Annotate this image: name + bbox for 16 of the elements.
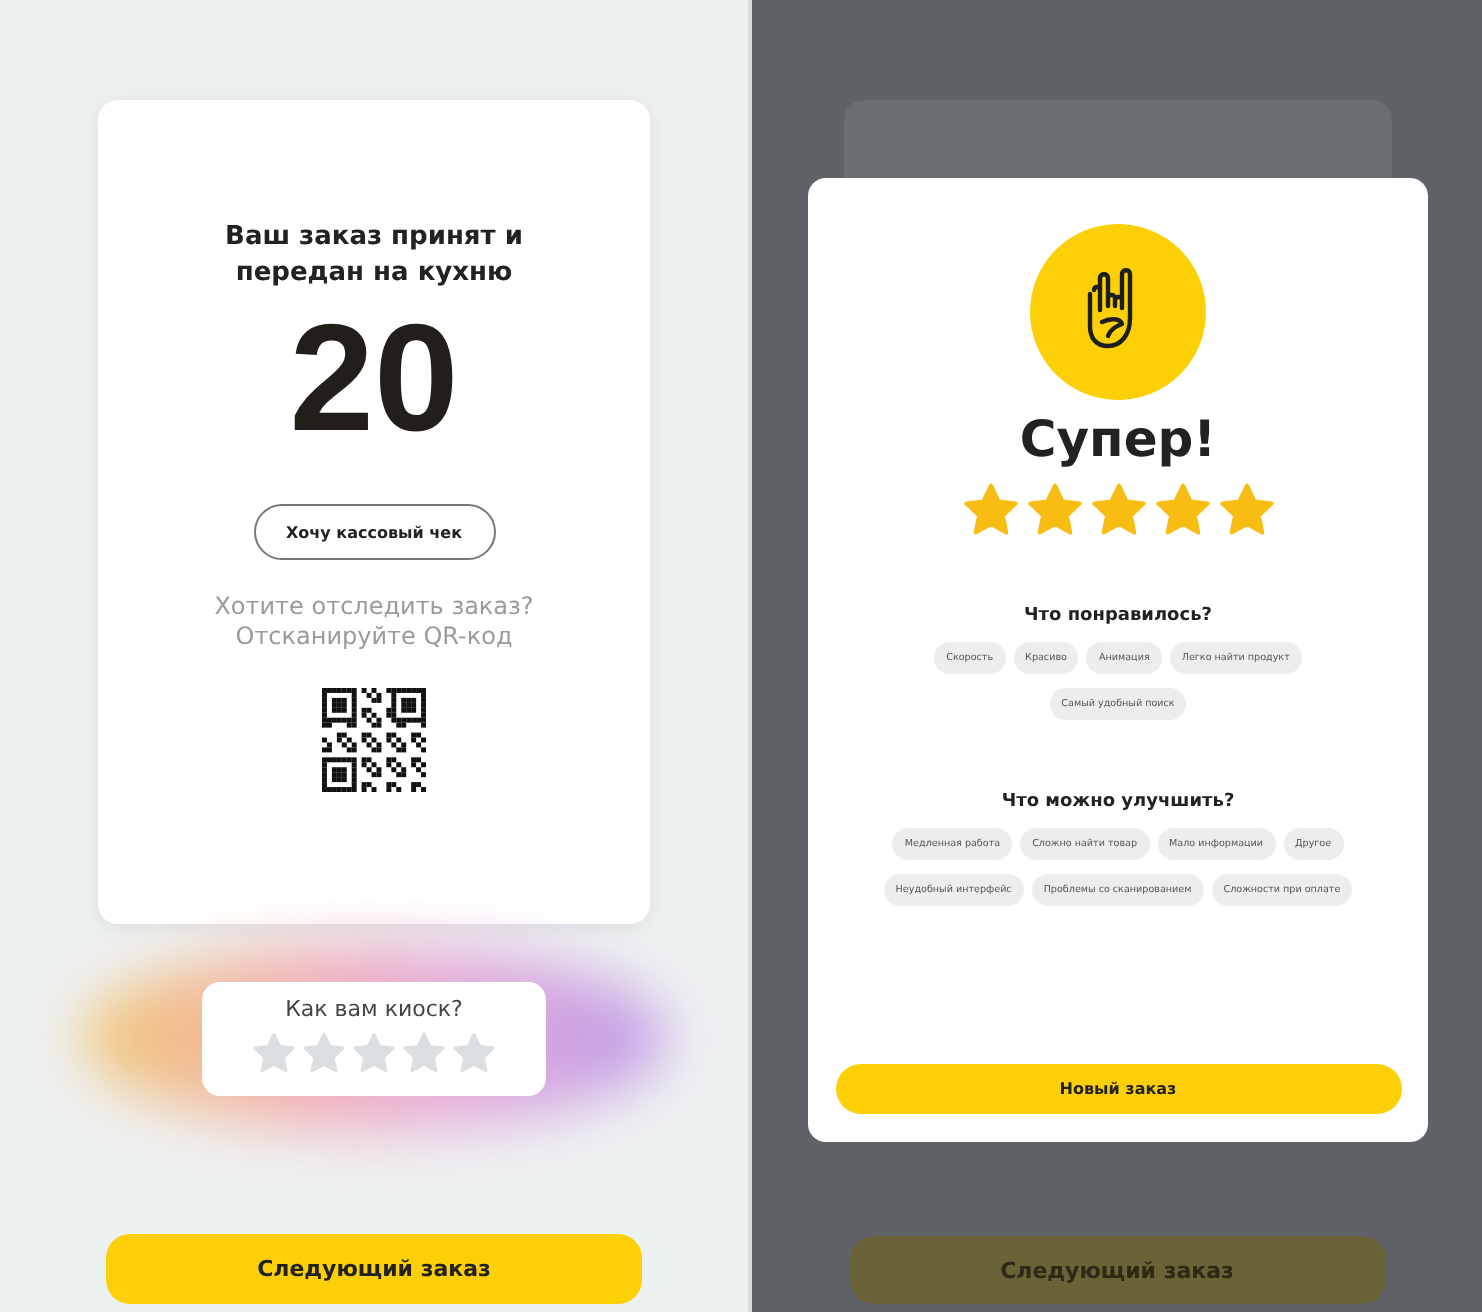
rating-prompt: Как вам киоск? bbox=[285, 996, 463, 1022]
empty-star-icon[interactable] bbox=[450, 1030, 498, 1078]
new-order-button[interactable]: Новый заказ bbox=[835, 1064, 1401, 1114]
qr-code bbox=[322, 688, 426, 792]
liked-title: Что понравилось? bbox=[1024, 606, 1212, 626]
next-order-button[interactable]: Следующий заказ bbox=[106, 1234, 642, 1304]
empty-star-icon[interactable] bbox=[250, 1030, 298, 1078]
empty-star-icon[interactable] bbox=[300, 1030, 348, 1078]
order-number: 20 bbox=[289, 300, 459, 460]
track-text: Хотите отследить заказ? Отсканируйте QR-код bbox=[212, 592, 536, 652]
empty-star-icon[interactable] bbox=[400, 1030, 448, 1078]
receipt-button[interactable]: Хочу кассовый чек bbox=[253, 504, 495, 560]
improve-title: Что можно улучшить? bbox=[1001, 792, 1235, 812]
modal-title: Супер! bbox=[1019, 408, 1217, 472]
empty-star-icon[interactable] bbox=[350, 1030, 398, 1078]
order-title: Ваш заказ принят и передан на кухню bbox=[223, 220, 525, 292]
